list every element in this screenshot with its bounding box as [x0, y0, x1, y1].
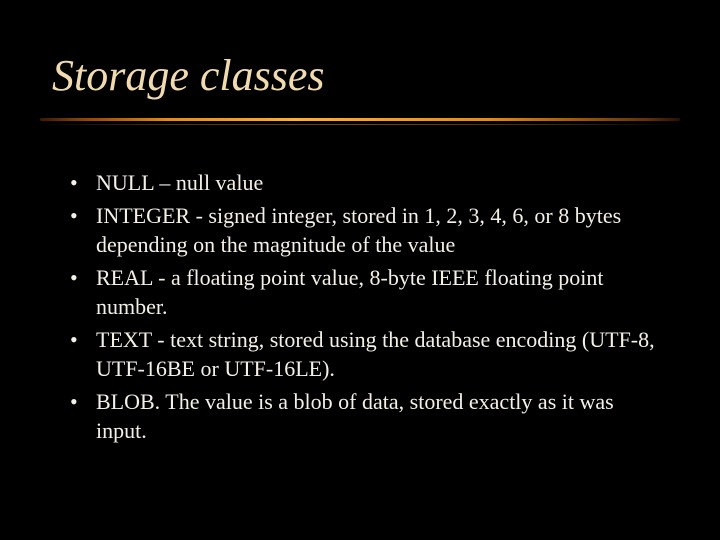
bullet-text: REAL - a floating point value, 8-byte IE… [96, 265, 604, 319]
bullet-text: INTEGER - signed integer, stored in 1, 2… [96, 203, 621, 257]
list-item: BLOB. The value is a blob of data, store… [68, 387, 658, 445]
bullet-text: TEXT - text string, stored using the dat… [96, 327, 655, 381]
list-item: TEXT - text string, stored using the dat… [68, 325, 658, 383]
list-item: REAL - a floating point value, 8-byte IE… [68, 263, 658, 321]
title-underline-main [40, 118, 680, 121]
slide: Storage classes NULL – null value INTEGE… [0, 0, 720, 540]
title-underline [40, 118, 680, 138]
title-underline-sub [40, 124, 680, 125]
bullet-text: BLOB. The value is a blob of data, store… [96, 389, 614, 443]
slide-body: NULL – null value INTEGER - signed integ… [68, 168, 658, 449]
list-item: INTEGER - signed integer, stored in 1, 2… [68, 201, 658, 259]
bullet-list: NULL – null value INTEGER - signed integ… [68, 168, 658, 445]
bullet-text: NULL – null value [96, 170, 263, 195]
list-item: NULL – null value [68, 168, 658, 197]
slide-title: Storage classes [52, 50, 325, 101]
